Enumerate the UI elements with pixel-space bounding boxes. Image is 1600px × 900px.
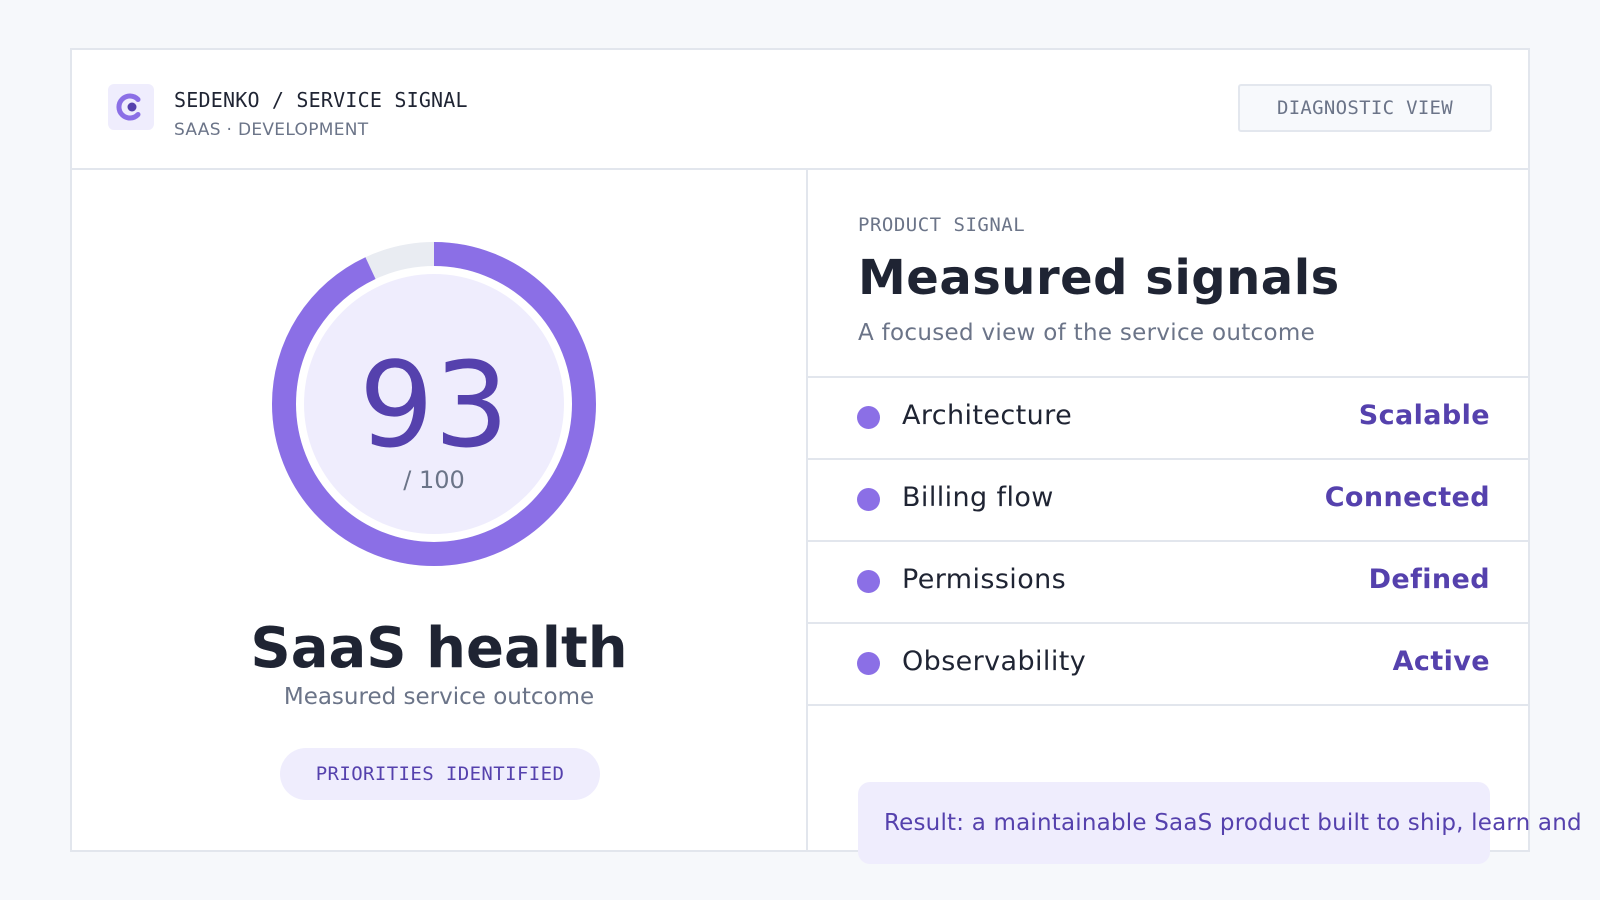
result-callout: Result: a maintainable SaaS product buil… [858,782,1582,864]
service-signal-card: SEDENKO / SERVICE SIGNAL SAAS · DEVELOPM… [70,48,1582,864]
brand-title: SEDENKO / SERVICE SIGNAL [174,88,468,112]
signal-value: Defined [1368,564,1490,595]
brand-c-icon [108,84,154,130]
signal-label: Observability [902,646,1087,677]
score-max: / 100 [403,466,465,494]
priorities-badge: PRIORITIES IDENTIFIED [280,748,600,800]
status-dot-icon [857,488,880,511]
signal-value: Connected [1324,482,1490,513]
status-dot-icon [857,652,880,675]
signal-label: Billing flow [902,482,1054,513]
signal-value: Active [1392,646,1490,677]
signal-row: Architecture Scalable [808,378,1530,460]
signal-label: Permissions [902,564,1067,595]
signal-row: Permissions Defined [808,542,1530,624]
score-panel: 93 / 100 SaaS health Measured service ou… [72,170,808,852]
card-header: SEDENKO / SERVICE SIGNAL SAAS · DEVELOPM… [72,50,1528,170]
brand-subtitle: SAAS · DEVELOPMENT [174,120,369,140]
panel-subtitle: A focused view of the service outcome [858,320,1316,346]
health-gauge: 93 / 100 [268,238,600,570]
signal-list: Architecture Scalable Billing flow Conne… [808,376,1530,706]
signal-label: Architecture [902,400,1073,431]
panel-eyebrow: PRODUCT SIGNAL [858,214,1026,236]
diagnostic-view-button[interactable]: DIAGNOSTIC VIEW [1238,84,1492,132]
status-dot-icon [857,406,880,429]
score-value: 93 [358,336,510,474]
health-subtitle: Measured service outcome [283,684,595,710]
panel-title: Measured signals [858,250,1340,306]
result-text: Result: a maintainable SaaS product buil… [884,810,1582,836]
signal-value: Scalable [1358,400,1490,431]
signals-panel: PRODUCT SIGNAL Measured signals A focuse… [808,170,1582,864]
status-dot-icon [857,570,880,593]
signal-row: Observability Active [808,624,1530,706]
signal-row: Billing flow Connected [808,460,1530,542]
health-title: SaaS health [250,616,628,681]
